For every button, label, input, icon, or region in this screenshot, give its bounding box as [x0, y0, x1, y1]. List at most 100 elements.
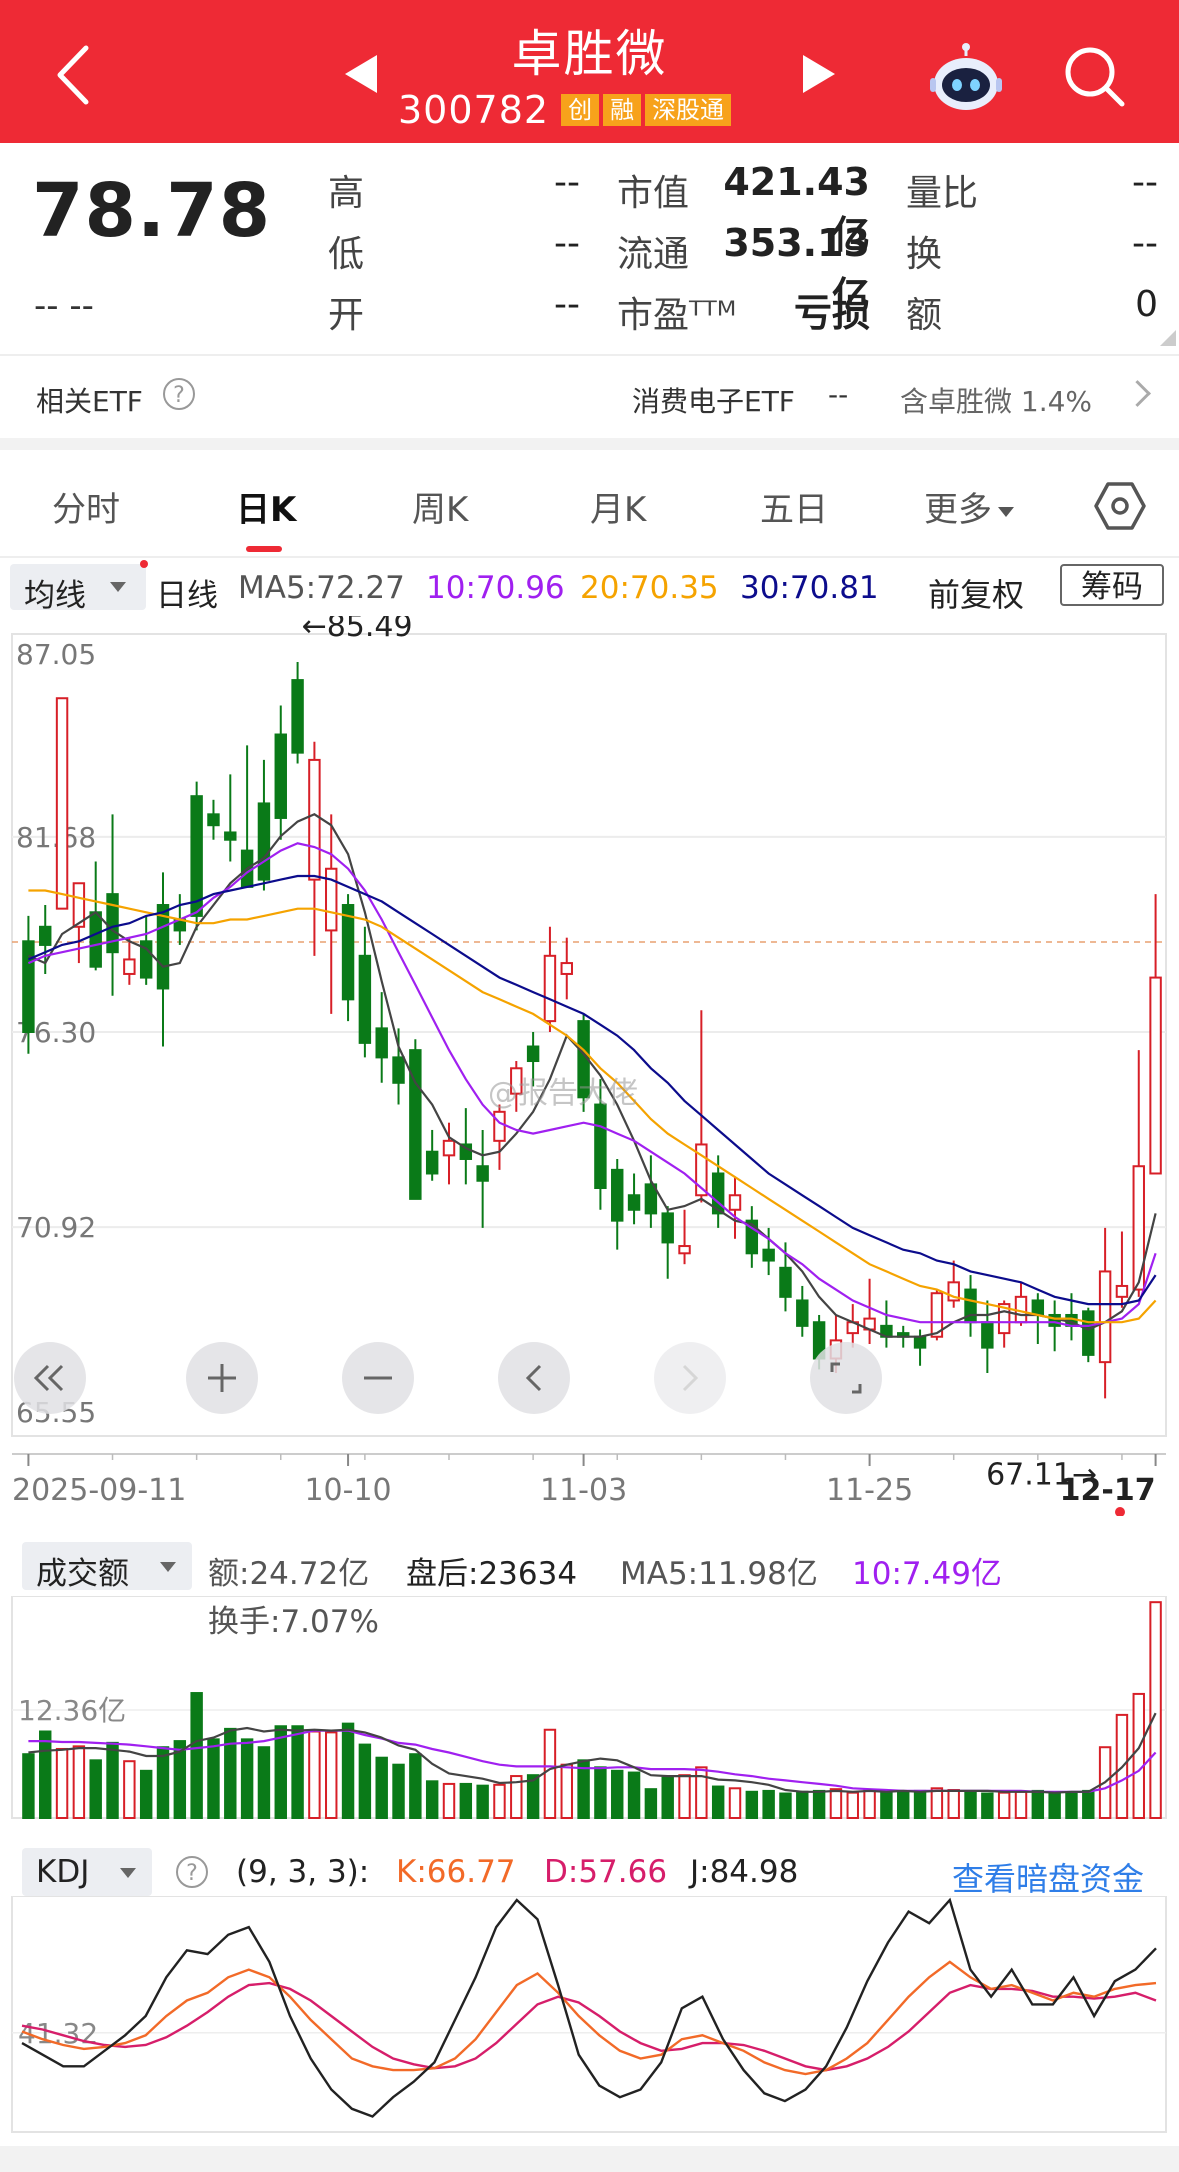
chip-distribution-button[interactable]: 筹码: [1060, 564, 1164, 606]
volume-bar: [1065, 1791, 1078, 1819]
next-stock-icon[interactable]: [803, 55, 835, 93]
robot-assistant-icon[interactable]: [928, 42, 1004, 114]
minus-icon: [364, 1376, 392, 1380]
candle-body: [1115, 1284, 1129, 1298]
candle-body: [1082, 1310, 1095, 1356]
candle-body: [442, 1139, 456, 1157]
scroll-right-button[interactable]: [654, 1342, 726, 1414]
tab-more[interactable]: 更多: [924, 482, 1014, 531]
volume-bar: [106, 1741, 119, 1819]
settings-hexagon-icon[interactable]: [1094, 480, 1146, 532]
search-icon[interactable]: [1060, 42, 1130, 112]
kdj-help-icon[interactable]: ?: [176, 1856, 208, 1888]
candle-body: [308, 758, 321, 881]
min-price-label: 67.11→: [986, 1457, 1097, 1492]
candle-body: [341, 904, 355, 1001]
active-tab-indicator: [246, 546, 282, 552]
stock-code-row: 300782 创 融 深股通: [398, 88, 735, 132]
today-dot: [1115, 1507, 1125, 1516]
volume-bar: [812, 1789, 826, 1820]
ma30-value: 30:70.81: [740, 570, 879, 606]
amount-label: 额: [906, 295, 943, 336]
rewind-button[interactable]: [14, 1342, 86, 1414]
tab-daily-k[interactable]: 日K: [236, 482, 296, 531]
candle-body: [257, 802, 271, 881]
tab-monthly-k[interactable]: 月K: [590, 482, 646, 531]
fullscreen-button[interactable]: [810, 1342, 882, 1414]
volume-bar: [762, 1789, 775, 1820]
tag-margin: 融: [603, 94, 642, 126]
candle-body: [594, 1103, 607, 1189]
prev-stock-icon[interactable]: [345, 55, 377, 93]
expand-corner-icon[interactable]: [1160, 330, 1176, 346]
low-label: 低: [328, 234, 365, 275]
candle-body: [611, 1168, 624, 1222]
candle-body: [1149, 976, 1162, 1175]
x-tick-label: 10-10: [304, 1473, 391, 1508]
candle-body: [661, 1212, 674, 1244]
related-etf-row[interactable]: 相关ETF ? 消费电子ETF -- 含卓胜微 1.4%: [0, 354, 1179, 440]
y-tick-label: 70.92: [16, 1211, 96, 1244]
candle-body: [796, 1299, 809, 1327]
candle-body: [392, 1056, 405, 1084]
volume-bar: [627, 1771, 641, 1820]
volume-amount: 额:24.72亿: [208, 1556, 370, 1592]
ma10-value: 10:70.96: [426, 570, 565, 606]
tag-shenguting: 深股通: [645, 94, 732, 126]
volume-bar: [224, 1727, 237, 1819]
zoom-out-button[interactable]: [342, 1342, 414, 1414]
volume-bar: [493, 1783, 506, 1819]
candle-body: [678, 1245, 691, 1255]
candle-body: [425, 1150, 439, 1175]
tab-intraday[interactable]: 分时: [52, 482, 120, 531]
volume-dropdown-label: 成交额: [36, 1556, 129, 1592]
adjust-price-button[interactable]: 前复权: [928, 570, 1024, 616]
volume-bar: [913, 1789, 927, 1820]
mcap-label: 市值: [617, 173, 690, 214]
tab-more-label: 更多: [924, 490, 992, 530]
volume-bar: [392, 1763, 405, 1820]
kdj-dropdown[interactable]: KDJ: [22, 1848, 152, 1896]
volume-y-tick: 12.36亿: [18, 1694, 126, 1727]
etf-name: 消费电子ETF: [632, 385, 795, 418]
scroll-left-button[interactable]: [498, 1342, 570, 1414]
candle-body: [981, 1321, 994, 1349]
candlestick-chart[interactable]: 87.0581.6876.3070.9265.552025-09-1110-10…: [0, 616, 1179, 1516]
volume-bar: [728, 1787, 742, 1819]
volume-bar: [796, 1790, 809, 1819]
help-icon[interactable]: ?: [163, 378, 195, 410]
tab-five-day[interactable]: 五日: [760, 482, 828, 531]
ma20-value: 20:70.35: [580, 570, 719, 606]
chevron-right-icon: [682, 1364, 699, 1392]
volume-bar: [123, 1760, 136, 1820]
volume-dropdown[interactable]: 成交额: [22, 1542, 192, 1592]
view-dark-pool-link[interactable]: 查看暗盘资金: [952, 1854, 1144, 1900]
volume-chart[interactable]: 12.36亿: [0, 1596, 1179, 1822]
y-tick-label: 87.05: [16, 638, 96, 671]
turnover-label: 换: [906, 234, 943, 275]
volume-bar: [745, 1790, 759, 1819]
tag-chuangye: 创: [561, 94, 600, 126]
volume-bar: [89, 1759, 102, 1819]
volume-bar: [594, 1766, 607, 1819]
zoom-in-button[interactable]: [186, 1342, 258, 1414]
max-price-label: ←85.49: [302, 616, 413, 644]
bottom-spacer: [0, 2146, 1179, 2172]
volume-bar: [274, 1725, 287, 1819]
candle-body: [543, 954, 557, 1023]
kdj-k: K:66.77: [396, 1854, 516, 1890]
section-divider: [0, 438, 1179, 450]
volume-bar: [644, 1788, 658, 1820]
volume-bar: [308, 1730, 321, 1819]
kdj-dropdown-label: KDJ: [36, 1854, 90, 1890]
tab-weekly-k[interactable]: 周K: [412, 482, 468, 531]
ma-dropdown[interactable]: 均线: [10, 564, 146, 614]
volume-bar: [459, 1782, 473, 1820]
x-tick-label: 2025-09-11: [12, 1473, 186, 1508]
candle-body: [291, 679, 304, 754]
caret-down-icon: [110, 582, 126, 592]
chevron-left-icon: [525, 1364, 542, 1392]
watermark: @报告大佬: [488, 1076, 638, 1111]
kdj-d: D:57.66: [544, 1854, 668, 1890]
kdj-chart[interactable]: 41.32: [0, 1896, 1179, 2136]
